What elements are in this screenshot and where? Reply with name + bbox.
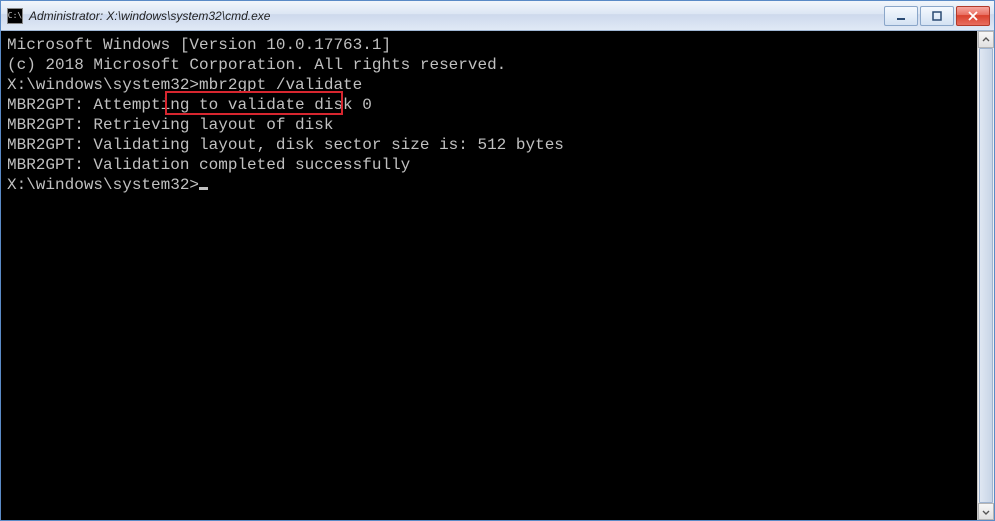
scroll-track[interactable] (978, 48, 994, 503)
prompt-path: X:\windows\system32> (7, 176, 199, 194)
entered-command: mbr2gpt /validate (199, 76, 362, 94)
prompt-path: X:\windows\system32> (7, 76, 199, 94)
window-controls (884, 6, 992, 26)
close-icon (968, 11, 978, 21)
titlebar[interactable]: C:\ Administrator: X:\windows\system32\c… (1, 1, 994, 31)
cmd-icon-label: C:\ (8, 12, 22, 20)
maximize-icon (932, 11, 942, 21)
output-line: MBR2GPT: Attempting to validate disk 0 (7, 95, 975, 115)
close-button[interactable] (956, 6, 990, 26)
output-line: X:\windows\system32> (7, 175, 975, 195)
scroll-down-button[interactable] (978, 503, 994, 520)
cmd-icon: C:\ (7, 8, 23, 24)
chevron-down-icon (982, 508, 990, 516)
minimize-button[interactable] (884, 6, 918, 26)
maximize-button[interactable] (920, 6, 954, 26)
scroll-up-button[interactable] (978, 31, 994, 48)
window-title: Administrator: X:\windows\system32\cmd.e… (29, 9, 270, 23)
content-wrap: Microsoft Windows [Version 10.0.17763.1]… (1, 31, 994, 520)
chevron-up-icon (982, 36, 990, 44)
minimize-icon (896, 11, 906, 21)
scroll-thumb[interactable] (979, 48, 993, 503)
output-line: MBR2GPT: Retrieving layout of disk (7, 115, 975, 135)
cmd-window: C:\ Administrator: X:\windows\system32\c… (0, 0, 995, 521)
output-line: MBR2GPT: Validating layout, disk sector … (7, 135, 975, 155)
terminal-output[interactable]: Microsoft Windows [Version 10.0.17763.1]… (1, 31, 977, 520)
output-line: Microsoft Windows [Version 10.0.17763.1] (7, 35, 975, 55)
vertical-scrollbar[interactable] (977, 31, 994, 520)
text-cursor (199, 187, 208, 190)
output-line: MBR2GPT: Validation completed successful… (7, 155, 975, 175)
output-line: (c) 2018 Microsoft Corporation. All righ… (7, 55, 975, 75)
output-line: X:\windows\system32>mbr2gpt /validate (7, 75, 975, 95)
